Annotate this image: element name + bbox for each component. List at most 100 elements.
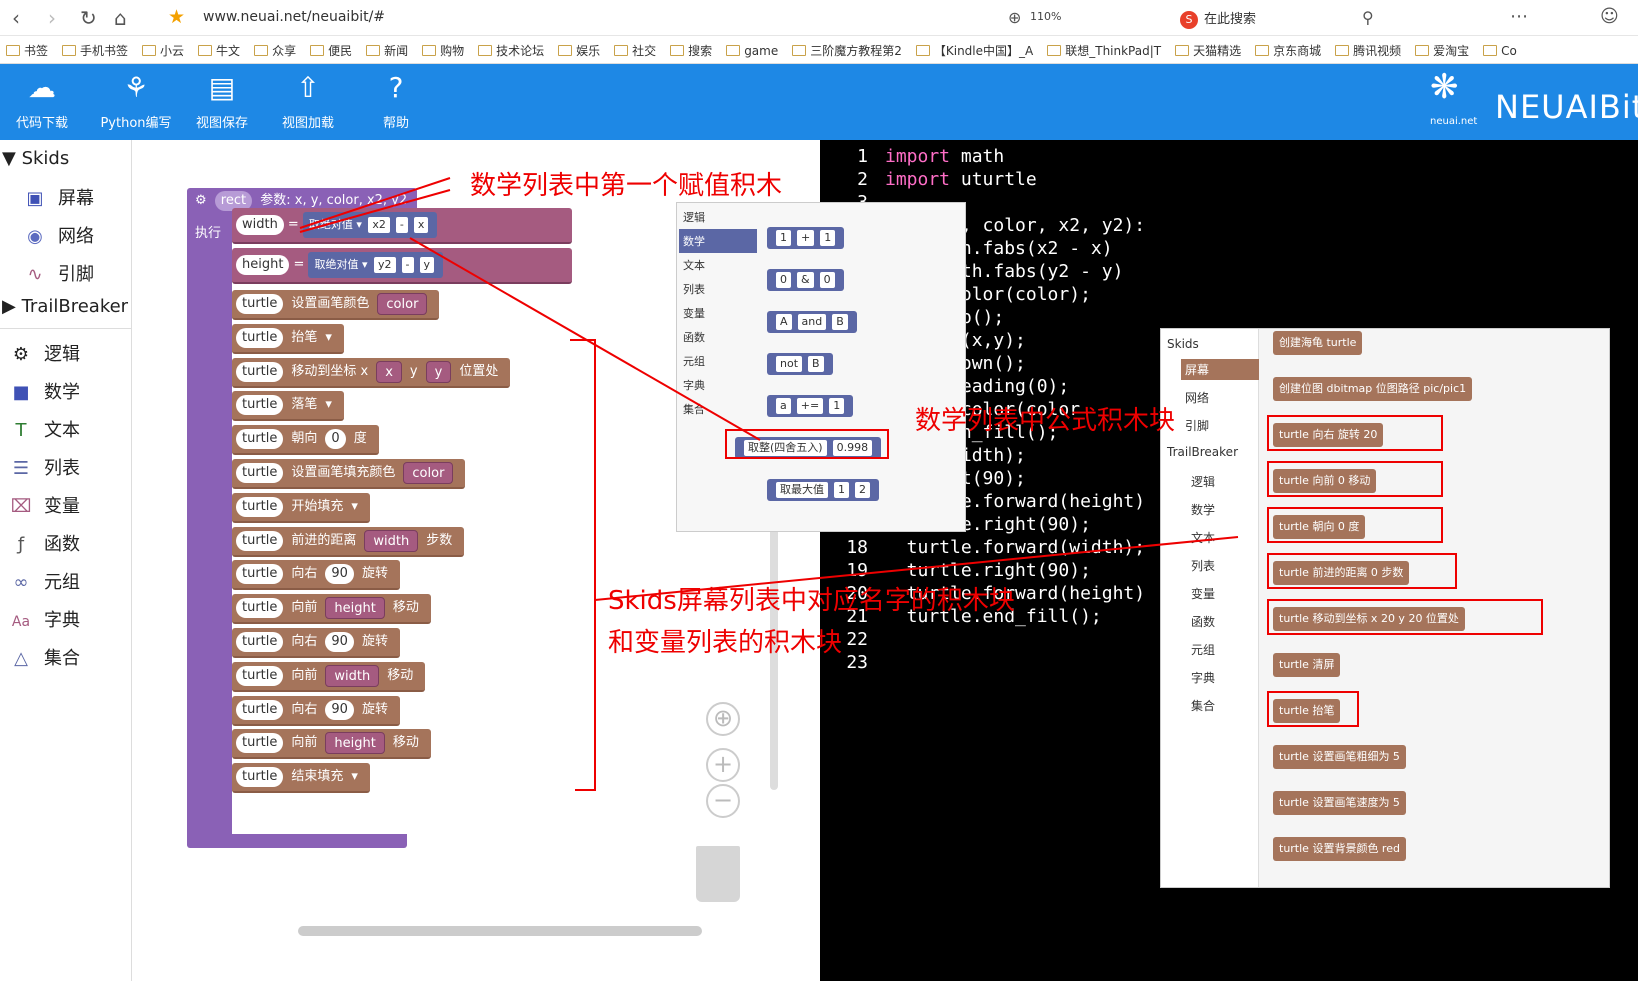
turtle-arg-num[interactable]: 90: [325, 699, 354, 720]
overlay-math-category[interactable]: 元组: [679, 349, 757, 373]
category-set[interactable]: △ 集合: [8, 644, 80, 670]
turtle-object[interactable]: turtle: [236, 463, 284, 483]
turtle-object[interactable]: turtle: [236, 665, 284, 686]
load-view-button[interactable]: ⇧ 视图加载: [268, 64, 348, 140]
assign-width-var[interactable]: width: [236, 214, 284, 235]
overlay-math-field[interactable]: not: [776, 356, 803, 372]
overlay-math-category[interactable]: 集合: [679, 397, 757, 421]
overlay-math-category[interactable]: 逻辑: [679, 205, 757, 229]
bookmark-item[interactable]: 【Kindle中国】_A: [915, 42, 1033, 59]
turtle-object[interactable]: turtle: [236, 530, 284, 551]
overlay-category-item[interactable]: 函数: [1187, 611, 1219, 632]
turtle-arg-num[interactable]: 90: [325, 632, 354, 652]
overlay-math-field[interactable]: a: [776, 398, 791, 414]
overlay-math-field[interactable]: 1: [776, 230, 791, 246]
turtle-object[interactable]: turtle: [236, 429, 284, 450]
category-tuple[interactable]: ∞ 元组: [8, 568, 81, 594]
bookmark-item[interactable]: 技术论坛: [478, 42, 544, 59]
turtle-object[interactable]: turtle: [236, 327, 284, 348]
category-list[interactable]: ☰ 列表: [8, 454, 80, 480]
overlay-skids-block[interactable]: turtle 设置背景颜色 red: [1273, 837, 1406, 861]
turtle-object[interactable]: turtle: [236, 361, 284, 382]
help-button[interactable]: ? 帮助: [356, 64, 436, 140]
overlay-category-item[interactable]: 逻辑: [1187, 471, 1219, 492]
turtle-object[interactable]: turtle: [236, 564, 284, 585]
overlay-math-field[interactable]: +=: [796, 398, 824, 414]
overlay-skids-block[interactable]: 创建位图 dbitmap 位图路径 pic/pic1: [1273, 377, 1473, 401]
download-code-button[interactable]: ☁ 代码下载: [2, 64, 82, 140]
bookmark-item[interactable]: 三阶魔方教程第2: [792, 42, 902, 59]
overlay-skids-block[interactable]: turtle 设置画笔速度为 5: [1273, 791, 1406, 815]
bookmark-item[interactable]: 爱淘宝: [1415, 42, 1469, 59]
turtle-arg-var[interactable]: width: [364, 529, 419, 552]
category-trailbreaker[interactable]: ▶ TrailBreaker: [2, 296, 128, 317]
gear-icon[interactable]: ⚙: [195, 193, 207, 208]
turtle-block[interactable]: turtle 向右 90 旋转: [232, 560, 400, 591]
bookmark-item[interactable]: 小云: [142, 42, 184, 59]
overlay-math-block[interactable]: 0 & 0: [767, 269, 844, 291]
home-icon[interactable]: ⌂: [114, 6, 127, 30]
overlay-math-field[interactable]: and: [797, 314, 827, 330]
forward-icon[interactable]: ›: [48, 6, 56, 30]
overlay-math-field[interactable]: 取最大值: [776, 482, 828, 498]
turtle-arg-var-2[interactable]: y: [425, 360, 452, 383]
bookmark-item[interactable]: 手机书签: [62, 42, 128, 59]
turtle-block[interactable]: turtle 向右 90 旋转: [232, 695, 400, 726]
category-pin[interactable]: ∿ 引脚: [22, 260, 94, 286]
turtle-arg-var[interactable]: width: [325, 664, 380, 687]
turtle-block[interactable]: turtle 设置画笔填充颜色 color: [232, 459, 466, 489]
overlay-trailbreaker-category[interactable]: TrailBreaker: [1163, 443, 1242, 461]
overlay-skids-item[interactable]: 网络: [1181, 387, 1213, 408]
turtle-object[interactable]: turtle: [236, 632, 284, 652]
assign-height-var[interactable]: height: [236, 254, 290, 275]
turtle-block[interactable]: turtle 开始填充 ▾: [232, 492, 370, 523]
turtle-arg-var[interactable]: x: [376, 360, 402, 383]
overlay-math-category[interactable]: 字典: [679, 373, 757, 397]
bookmark-item[interactable]: game: [726, 44, 778, 58]
bookmark-item[interactable]: 腾讯视频: [1335, 42, 1401, 59]
overlay-math-block[interactable]: Aand B: [767, 311, 857, 333]
search-box[interactable]: S 在此搜索: [1180, 8, 1370, 30]
trash-icon[interactable]: [696, 846, 740, 902]
overlay-math-field[interactable]: 1: [820, 230, 836, 246]
overlay-category-item[interactable]: 数学: [1187, 499, 1219, 520]
abs-arg-b-2[interactable]: y: [419, 257, 435, 273]
abs-arg-a-2[interactable]: y2: [374, 257, 396, 273]
turtle-block[interactable]: turtle 向前 height 移动: [232, 594, 431, 625]
overlay-category-item[interactable]: 元组: [1187, 639, 1219, 660]
abs-op-2[interactable]: -: [401, 257, 414, 273]
save-view-button[interactable]: ▤ 视图保存: [182, 64, 262, 140]
category-variable[interactable]: ⌧ 变量: [8, 492, 80, 518]
bookmark-item[interactable]: 新闻: [366, 42, 408, 59]
turtle-object[interactable]: turtle: [236, 767, 284, 788]
dropdown-icon[interactable]: ▾: [325, 324, 332, 352]
overlay-math-field[interactable]: &: [797, 272, 814, 288]
overlay-math-field[interactable]: 1: [834, 482, 849, 498]
turtle-block[interactable]: turtle 向右 90 旋转: [232, 628, 400, 658]
category-text[interactable]: T 文本: [8, 416, 81, 442]
turtle-arg-var[interactable]: height: [325, 732, 385, 755]
abs-op-1[interactable]: -: [395, 217, 408, 233]
overlay-skids-category[interactable]: Skids: [1163, 335, 1203, 353]
turtle-arg-num[interactable]: 0: [325, 429, 346, 450]
overlay-math-category[interactable]: 列表: [679, 277, 757, 301]
overlay-math-category[interactable]: 函数: [679, 325, 757, 349]
overlay-math-category[interactable]: 变量: [679, 301, 757, 325]
overlay-math-block[interactable]: 取最大值 1 2: [767, 479, 879, 501]
workspace-horizontal-scrollbar[interactable]: [298, 926, 702, 936]
abs-arg-b-1[interactable]: x: [413, 217, 429, 233]
turtle-block[interactable]: turtle 落笔 ▾: [232, 391, 344, 422]
turtle-arg-num[interactable]: 90: [325, 564, 354, 585]
overlay-category-item[interactable]: 列表: [1187, 555, 1219, 576]
overlay-math-field[interactable]: 1: [829, 398, 845, 414]
search-icon[interactable]: ⚲: [1362, 8, 1374, 27]
bookmark-item[interactable]: 书签: [6, 42, 48, 59]
turtle-object[interactable]: turtle: [236, 395, 284, 416]
overlay-math-category[interactable]: 数学: [679, 229, 757, 253]
dropdown-icon[interactable]: ▾: [351, 493, 358, 521]
assign-width-block[interactable]: width = 取绝对值 ▾ x2- x: [232, 208, 572, 244]
turtle-block[interactable]: turtle 前进的距离 width 步数: [232, 526, 465, 557]
menu-icon[interactable]: ⋯: [1510, 6, 1528, 27]
abs-function-block-2[interactable]: 取绝对值 ▾ y2- y: [308, 252, 444, 278]
bookmark-item[interactable]: 便民: [310, 42, 352, 59]
